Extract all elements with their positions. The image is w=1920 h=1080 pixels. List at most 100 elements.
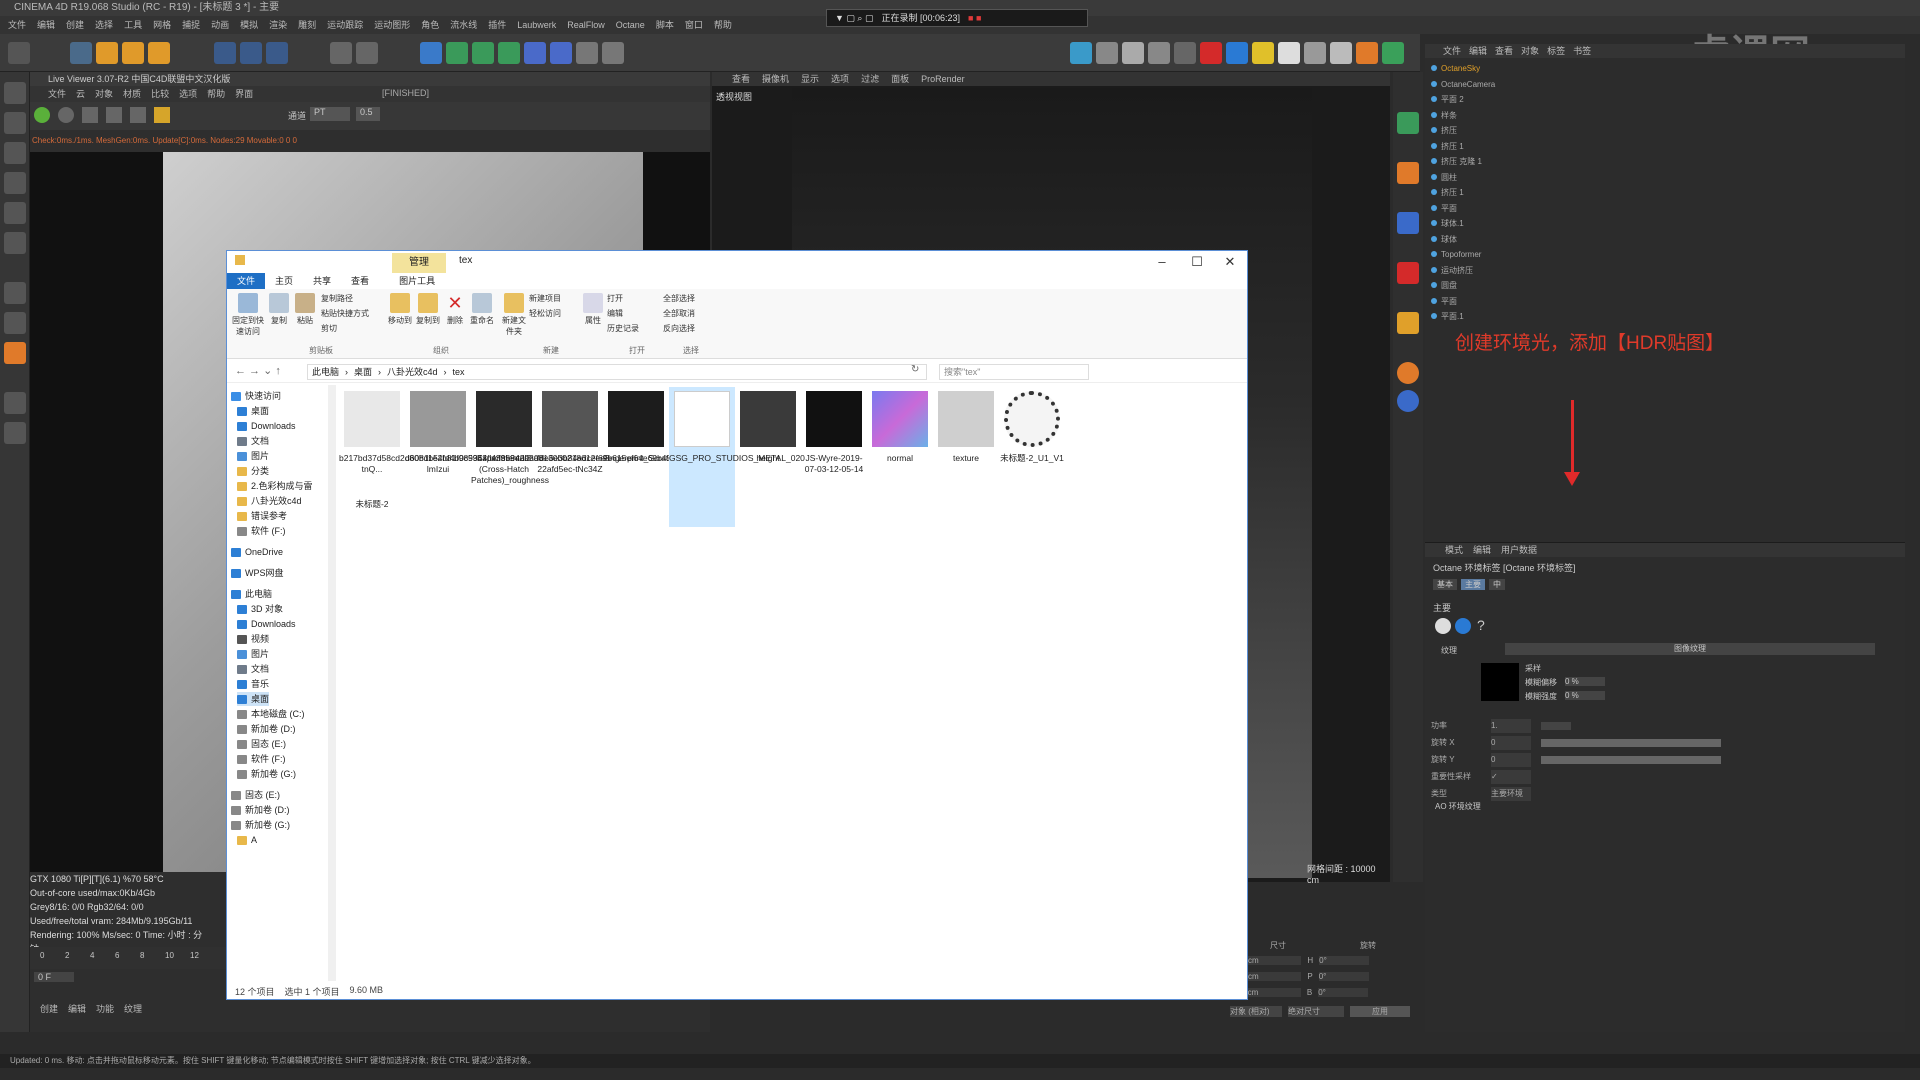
scale-tool-icon[interactable] [122, 42, 144, 64]
object-row[interactable]: 球体.1 [1431, 217, 1881, 231]
select-tool-icon[interactable] [70, 42, 92, 64]
nav-item[interactable]: 图片 [237, 449, 269, 463]
copy-button[interactable]: 复制 [267, 293, 291, 326]
stop-icon[interactable]: ■ ■ [968, 10, 981, 26]
nav-item[interactable]: Downloads [237, 419, 296, 433]
file-item[interactable]: fde6e3b84adcef69b615ef64e69b4514c8742 22… [537, 387, 704, 527]
attribute-value[interactable]: 主要环境 [1491, 787, 1531, 801]
menu-item[interactable]: 文件 [8, 16, 26, 34]
viewport-menu-item[interactable]: 面板 [891, 72, 909, 86]
nav-item[interactable]: 固态 (E:) [231, 788, 280, 802]
attribute-slider[interactable] [1541, 756, 1721, 764]
menu-item[interactable]: 动画 [211, 16, 229, 34]
menu-item[interactable]: 创建 [66, 16, 84, 34]
grid-icon[interactable] [4, 392, 26, 414]
viewport-menu-item[interactable]: 显示 [801, 72, 819, 86]
nav-item[interactable]: 软件 (F:) [237, 752, 286, 766]
am-menu-item[interactable]: 编辑 [1473, 543, 1491, 557]
nav-item[interactable]: 错误参考 [237, 509, 287, 523]
render-start-icon[interactable] [34, 107, 50, 123]
octane-camera-icon[interactable] [1304, 42, 1326, 64]
attribute-slider[interactable] [1541, 722, 1571, 730]
blur-strength-field[interactable]: 0 % [1565, 691, 1605, 700]
nav-item[interactable]: A [237, 833, 257, 847]
attribute-tab[interactable]: 主要 [1461, 579, 1485, 590]
magnet-icon[interactable] [4, 312, 26, 334]
object-row[interactable]: 平面 [1431, 202, 1881, 216]
pause-icon[interactable] [82, 107, 98, 123]
sphere-icon[interactable] [1397, 362, 1419, 384]
octane-tag-icon[interactable] [1397, 112, 1419, 134]
points-mode-icon[interactable] [4, 142, 26, 164]
om-menu-item[interactable]: 书签 [1573, 44, 1591, 58]
channel-select[interactable]: PT [310, 107, 350, 121]
menu-item[interactable]: 工具 [124, 16, 142, 34]
object-row[interactable]: 平面 2 [1431, 93, 1881, 107]
om-menu-item[interactable]: 查看 [1495, 44, 1513, 58]
new-folder-button[interactable]: 新建文件夹 [501, 293, 527, 337]
address-bar[interactable]: 此电脑 › 桌面 › 八卦光效c4d › tex [307, 364, 927, 380]
attribute-row[interactable]: 旋转 X 0 [1431, 736, 1891, 750]
octane-scatter-icon[interactable] [1382, 42, 1404, 64]
lv-menu-item[interactable]: 文件 [48, 86, 66, 102]
ribbon-tabs[interactable]: 文件 主页 共享 查看 图片工具 [227, 273, 1247, 289]
object-row[interactable]: 挤压 1 [1431, 140, 1881, 154]
nav-item[interactable]: 分类 [237, 464, 269, 478]
coord-mode-select[interactable]: 对象 (相对) [1230, 1006, 1282, 1017]
red-tool-icon[interactable] [1397, 262, 1419, 284]
menu-item[interactable]: 网格 [153, 16, 171, 34]
breadcrumb-item[interactable]: tex [453, 365, 465, 379]
texture-mode-icon[interactable] [4, 112, 26, 134]
nav-item[interactable]: 桌面 [237, 404, 269, 418]
move-tool-icon[interactable] [96, 42, 118, 64]
object-row[interactable]: 运动挤压 [1431, 264, 1881, 278]
nav-item[interactable]: 音乐 [237, 677, 269, 691]
nav-item[interactable]: WPS网盘 [231, 566, 284, 580]
coord-position[interactable]: 0 cm [1241, 972, 1302, 981]
octane-target-icon[interactable] [1330, 42, 1352, 64]
menu-item[interactable]: Laubwerk [517, 16, 556, 34]
search-input[interactable]: 搜索"tex" [939, 364, 1089, 380]
menu-item[interactable]: 选择 [95, 16, 113, 34]
object-row[interactable]: 挤压 1 [1431, 186, 1881, 200]
pin-button[interactable]: 固定到快速访问 [231, 293, 265, 337]
octane-specular-icon[interactable] [1148, 42, 1170, 64]
menu-item[interactable]: 角色 [421, 16, 439, 34]
help-icon[interactable]: ? [1477, 617, 1485, 633]
lv-menu-item[interactable]: 对象 [95, 86, 113, 102]
viewport-menu-item[interactable]: 过滤 [861, 72, 879, 86]
attribute-tab[interactable]: 中 [1489, 579, 1505, 590]
file-item[interactable]: height [735, 387, 801, 527]
file-item[interactable]: 未标题-2_U1_V1 [999, 387, 1065, 527]
restart-icon[interactable] [58, 107, 74, 123]
size-mode-select[interactable]: 绝对尺寸 [1288, 1006, 1344, 1017]
menu-item[interactable]: 帮助 [714, 16, 732, 34]
lv-menu-item[interactable]: 比较 [151, 86, 169, 102]
ribbon-tab[interactable]: 图片工具 [389, 273, 445, 289]
blue-tool-icon[interactable] [1397, 212, 1419, 234]
polygons-mode-icon[interactable] [4, 202, 26, 224]
nav-item[interactable]: 文档 [237, 662, 269, 676]
file-item[interactable]: GSG_PRO_STUDIOS_METAL_020 [669, 387, 805, 527]
ribbon-tab[interactable]: 文件 [227, 273, 266, 289]
octane-glossy-icon[interactable] [1122, 42, 1144, 64]
lv-menu-item[interactable]: 选项 [179, 86, 197, 102]
octane-mix-icon[interactable] [1174, 42, 1196, 64]
om-menu-item[interactable]: 对象 [1521, 44, 1539, 58]
rotate-tool-icon[interactable] [148, 42, 170, 64]
coord-rotation[interactable]: 0° [1318, 988, 1369, 997]
apply-button[interactable]: 应用 [1350, 1006, 1410, 1017]
orange-tool-icon[interactable] [1397, 312, 1419, 334]
z-axis-icon[interactable] [266, 42, 288, 64]
clipboard-small-buttons[interactable]: 复制路径 粘贴快捷方式 剪切 [321, 293, 385, 334]
material-tab[interactable]: 编辑 [68, 1002, 86, 1015]
deformer-icon[interactable] [524, 42, 546, 64]
octane-arealight-icon[interactable] [1278, 42, 1300, 64]
select-small-buttons[interactable]: 全部选择 全部取消 反向选择 [663, 293, 713, 334]
object-row[interactable]: 样条 [1431, 109, 1881, 123]
nav-scrollbar[interactable] [328, 385, 336, 981]
ribbon-tab[interactable]: 查看 [341, 273, 379, 289]
menu-item[interactable]: Octane [616, 16, 645, 34]
s-icon[interactable] [1397, 162, 1419, 184]
minimize-button[interactable]: – [1147, 253, 1177, 271]
